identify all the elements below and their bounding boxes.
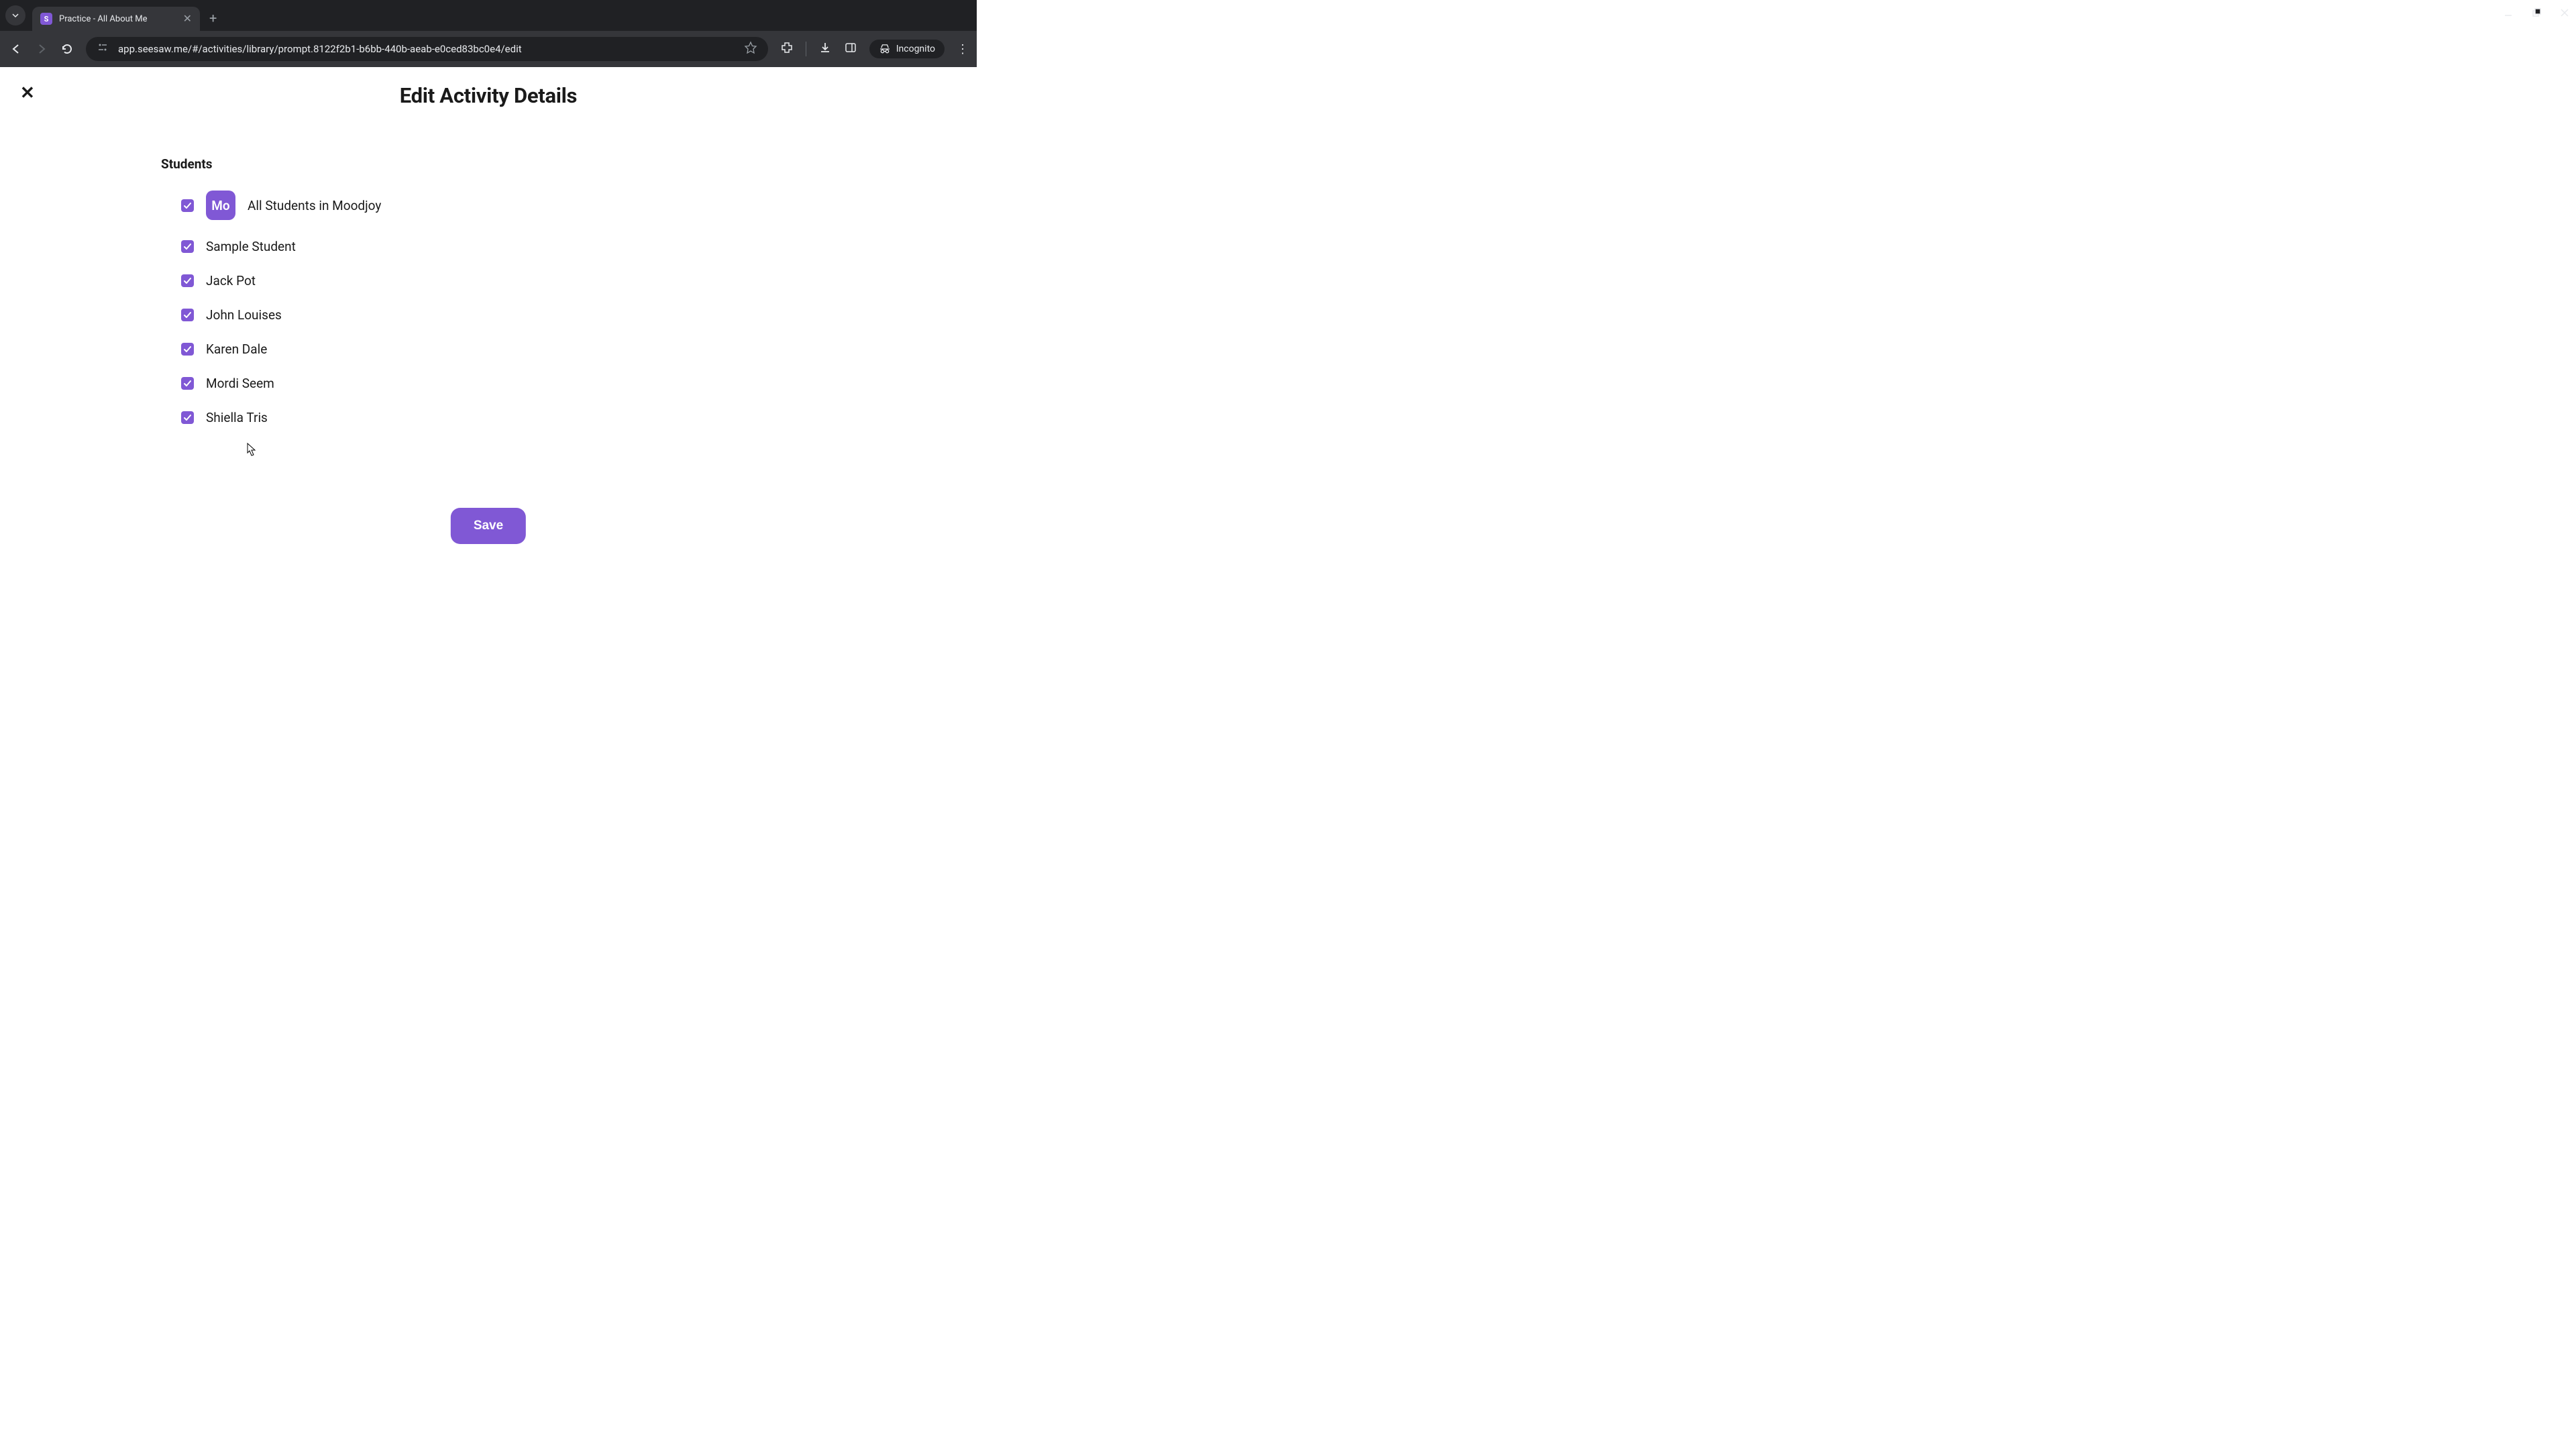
checkmark-icon	[183, 379, 192, 388]
incognito-badge[interactable]: Incognito	[869, 40, 945, 58]
save-button[interactable]: Save	[451, 508, 526, 544]
student-name: Shiella Tris	[206, 410, 268, 425]
browser-tab[interactable]: S Practice - All About Me ✕	[32, 7, 200, 31]
student-row[interactable]: Jack Pot	[181, 273, 977, 288]
student-checkbox[interactable]	[181, 411, 194, 424]
downloads-button[interactable]	[818, 41, 832, 58]
address-bar-row: app.seesaw.me/#/activities/library/promp…	[0, 31, 977, 67]
students-section-label: Students	[161, 156, 977, 172]
page-title: Edit Activity Details	[0, 67, 977, 108]
incognito-icon	[879, 44, 891, 54]
student-row[interactable]: Shiella Tris	[181, 410, 977, 425]
new-tab-button[interactable]: +	[209, 10, 217, 26]
student-name: Mordi Seem	[206, 376, 274, 391]
address-bar[interactable]: app.seesaw.me/#/activities/library/promp…	[86, 37, 768, 61]
incognito-label: Incognito	[896, 44, 935, 54]
student-checkbox[interactable]	[181, 309, 194, 321]
checkmark-icon	[183, 276, 192, 285]
side-panel-button[interactable]	[844, 41, 857, 58]
student-name: Sample Student	[206, 239, 296, 254]
tab-close-button[interactable]: ✕	[183, 13, 192, 24]
close-modal-button[interactable]: ✕	[20, 83, 35, 103]
student-checkbox[interactable]	[181, 240, 194, 253]
cursor-icon	[244, 442, 257, 458]
student-checkbox[interactable]	[181, 274, 194, 287]
checkmark-icon	[183, 311, 192, 319]
student-checkbox[interactable]	[181, 343, 194, 356]
chevron-down-icon	[11, 11, 19, 19]
student-checkbox[interactable]	[181, 377, 194, 390]
browser-chrome: S Practice - All About Me ✕ +	[0, 0, 977, 67]
browser-menu-button[interactable]: ⋮	[957, 42, 967, 56]
forward-button[interactable]	[35, 42, 48, 56]
back-button[interactable]	[9, 42, 23, 56]
student-name: John Louises	[206, 307, 282, 323]
checkmark-icon	[183, 413, 192, 422]
page-content: ✕ Edit Activity Details Students Mo All …	[0, 67, 977, 547]
tab-title: Practice - All About Me	[59, 14, 176, 24]
checkmark-icon	[183, 242, 192, 251]
student-row[interactable]: Sample Student	[181, 239, 977, 254]
tab-favicon: S	[40, 13, 52, 25]
checkmark-icon	[183, 345, 192, 354]
student-row[interactable]: John Louises	[181, 307, 977, 323]
tab-search-button[interactable]	[5, 5, 25, 25]
maximize-button[interactable]	[2532, 8, 2541, 20]
tab-bar: S Practice - All About Me ✕ +	[0, 0, 977, 31]
student-list: Mo All Students in Moodjoy Sample Studen…	[181, 191, 977, 425]
close-window-button[interactable]	[2560, 8, 2569, 20]
checkmark-icon	[183, 201, 192, 210]
all-students-label: All Students in Moodjoy	[248, 198, 381, 213]
site-settings-icon[interactable]	[97, 42, 109, 56]
student-name: Jack Pot	[206, 273, 256, 288]
window-controls	[2504, 8, 2569, 20]
all-students-checkbox[interactable]	[181, 199, 194, 212]
reload-button[interactable]	[60, 42, 74, 56]
student-row[interactable]: Karen Dale	[181, 341, 977, 357]
url-text: app.seesaw.me/#/activities/library/promp…	[118, 43, 735, 55]
extensions-button[interactable]	[780, 41, 794, 58]
all-students-row[interactable]: Mo All Students in Moodjoy	[181, 191, 977, 220]
student-name: Karen Dale	[206, 341, 267, 357]
student-row[interactable]: Mordi Seem	[181, 376, 977, 391]
bookmark-star-icon[interactable]	[744, 41, 757, 58]
class-badge: Mo	[206, 191, 235, 220]
minimize-button[interactable]	[2504, 8, 2513, 20]
